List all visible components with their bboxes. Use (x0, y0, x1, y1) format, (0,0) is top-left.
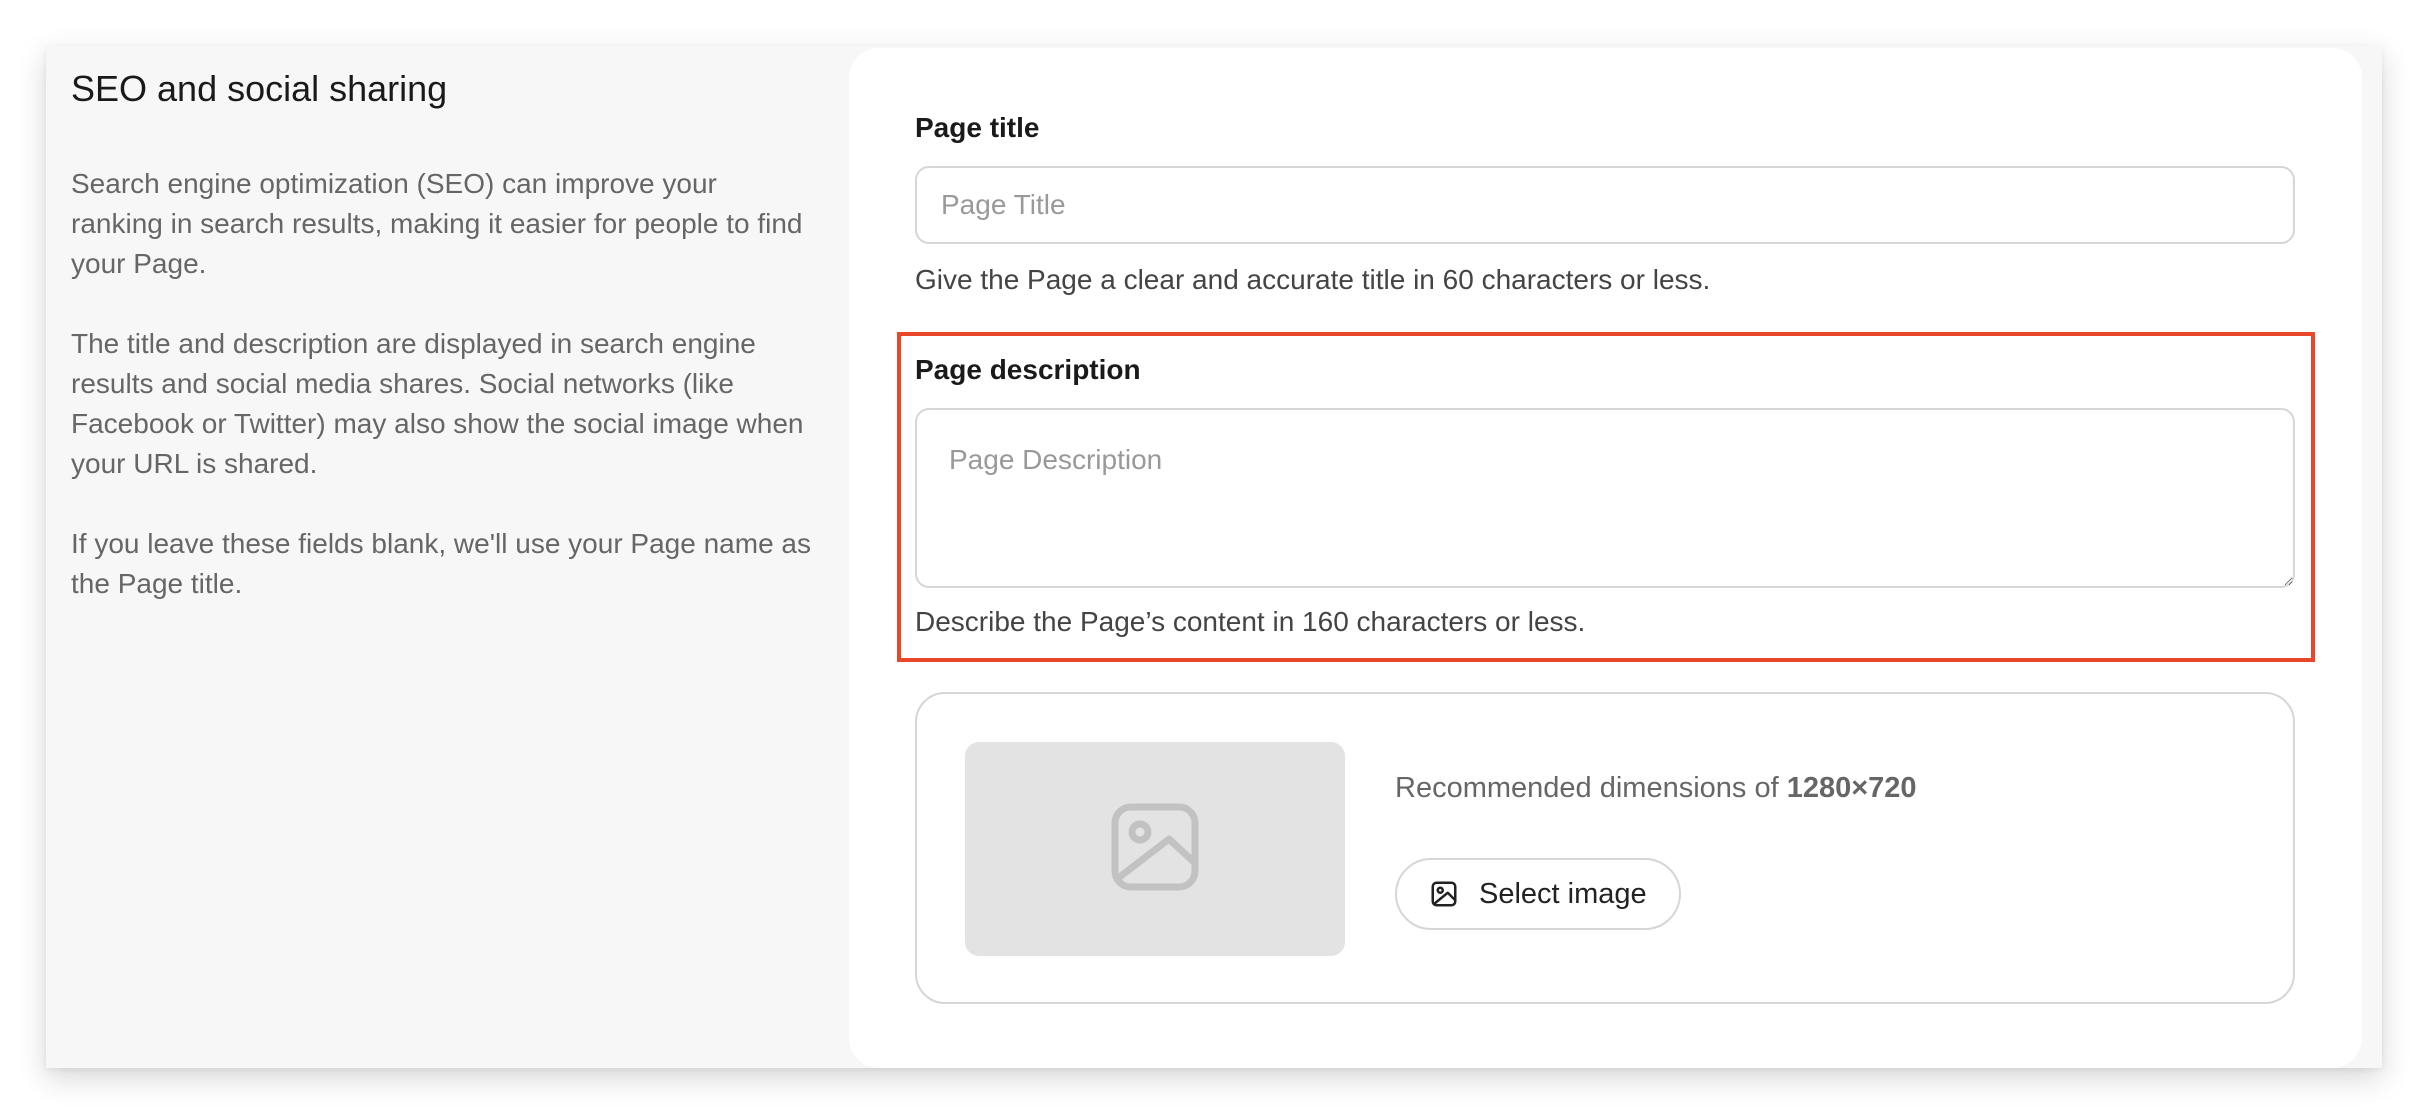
select-image-button[interactable]: Select image (1395, 858, 1681, 930)
image-icon (1109, 801, 1201, 898)
page-title-help: Give the Page a clear and accurate title… (915, 264, 1711, 295)
section-title: SEO and social sharing (71, 68, 448, 109)
seo-fallback-paragraph: If you leave these fields blank, we'll u… (71, 528, 811, 599)
dimensions-value: 1280×720 (1786, 772, 1917, 804)
social-image-placeholder (965, 742, 1345, 956)
seo-form-card: Page title Give the Page a clear and acc… (849, 48, 2362, 1068)
select-image-label: Select image (1479, 877, 1647, 910)
image-icon (1429, 879, 1459, 909)
page-title-label: Page title (915, 112, 1040, 143)
page-description-textarea[interactable] (915, 408, 2295, 588)
seo-intro-paragraph: Search engine optimization (SEO) can imp… (71, 168, 803, 279)
seo-settings-panel: SEO and social sharing Search engine opt… (46, 46, 2382, 1068)
page-title-input[interactable] (915, 166, 2295, 244)
social-image-box: Recommended dimensions of 1280×720 Selec… (915, 692, 2295, 1004)
seo-display-paragraph: The title and description are displayed … (71, 328, 804, 479)
page-description-label: Page description (915, 354, 1141, 385)
recommended-dimensions: Recommended dimensions of 1280×720 (1395, 772, 1917, 805)
dimensions-prefix: Recommended dimensions of (1395, 772, 1779, 804)
page-description-help: Describe the Page’s content in 160 chara… (915, 606, 1586, 637)
